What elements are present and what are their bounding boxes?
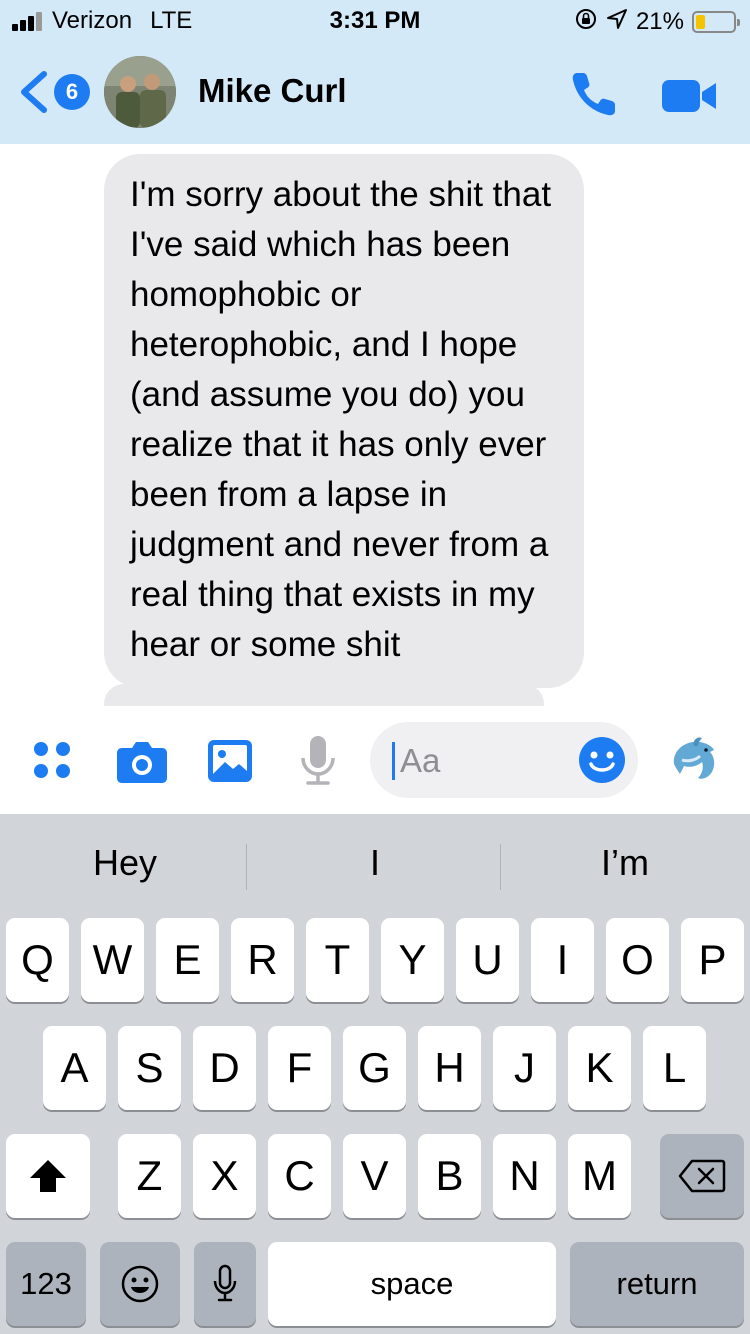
suggestion-1[interactable]: Hey xyxy=(0,842,250,884)
unread-badge: 6 xyxy=(54,74,90,110)
composer-bar: Aa xyxy=(0,706,750,814)
key-u[interactable]: U xyxy=(456,918,519,1002)
key-o[interactable]: O xyxy=(606,918,669,1002)
phone-icon[interactable] xyxy=(568,68,620,120)
key-i[interactable]: I xyxy=(531,918,594,1002)
suggestion-2[interactable]: I xyxy=(250,842,500,884)
emoji-smile-icon xyxy=(121,1265,159,1303)
key-z[interactable]: Z xyxy=(118,1134,181,1218)
microphone-icon[interactable] xyxy=(298,734,338,788)
video-camera-icon[interactable] xyxy=(660,76,720,116)
battery-percent: 21% xyxy=(635,8,684,35)
delete-key[interactable] xyxy=(660,1134,744,1218)
keyboard: Hey I I’m Q W E R T Y U I O P A S D F G … xyxy=(0,814,750,1334)
key-p[interactable]: P xyxy=(681,918,744,1002)
key-c[interactable]: C xyxy=(268,1134,331,1218)
camera-icon[interactable] xyxy=(116,738,168,784)
more-apps-icon[interactable] xyxy=(32,740,74,782)
key-n[interactable]: N xyxy=(493,1134,556,1218)
message-input-placeholder: Aa xyxy=(400,742,441,779)
key-m[interactable]: M xyxy=(568,1134,631,1218)
shift-arrow-icon xyxy=(30,1160,66,1192)
status-right: 21% xyxy=(574,7,740,37)
message-bubble-partial[interactable] xyxy=(104,684,544,706)
back-button[interactable]: 6 xyxy=(16,68,90,116)
key-t[interactable]: T xyxy=(306,918,369,1002)
shift-key[interactable] xyxy=(6,1134,90,1218)
space-key[interactable]: space xyxy=(268,1242,556,1326)
return-key[interactable]: return xyxy=(570,1242,744,1326)
key-q[interactable]: Q xyxy=(6,918,69,1002)
avatar[interactable] xyxy=(104,56,176,128)
key-s[interactable]: S xyxy=(118,1026,181,1110)
key-d[interactable]: D xyxy=(193,1026,256,1110)
suggestion-divider xyxy=(246,844,247,890)
key-y[interactable]: Y xyxy=(381,918,444,1002)
key-x[interactable]: X xyxy=(193,1134,256,1218)
numbers-key[interactable]: 123 xyxy=(6,1242,86,1326)
key-w[interactable]: W xyxy=(81,918,144,1002)
dictation-key[interactable] xyxy=(194,1242,256,1326)
key-b[interactable]: B xyxy=(418,1134,481,1218)
backspace-icon xyxy=(678,1159,726,1193)
key-f[interactable]: F xyxy=(268,1026,331,1110)
key-e[interactable]: E xyxy=(156,918,219,1002)
key-g[interactable]: G xyxy=(343,1026,406,1110)
header: Verizon LTE 3:31 PM 21% 6 Mike Curl xyxy=(0,0,750,144)
message-list[interactable]: I'm sorry about the shit that I've said … xyxy=(0,144,750,706)
emoji-keyboard-key[interactable] xyxy=(100,1242,180,1326)
key-k[interactable]: K xyxy=(568,1026,631,1110)
key-v[interactable]: V xyxy=(343,1134,406,1218)
contact-name[interactable]: Mike Curl xyxy=(198,72,347,110)
key-h[interactable]: H xyxy=(418,1026,481,1110)
location-arrow-icon xyxy=(606,8,628,36)
rotation-lock-icon xyxy=(574,7,598,37)
text-cursor xyxy=(392,742,395,780)
dolphin-icon[interactable] xyxy=(668,734,720,788)
chevron-left-icon xyxy=(21,71,47,113)
photo-gallery-icon[interactable] xyxy=(206,738,254,784)
key-j[interactable]: J xyxy=(493,1026,556,1110)
battery-icon xyxy=(692,11,740,33)
suggestion-3[interactable]: I’m xyxy=(500,842,750,884)
key-l[interactable]: L xyxy=(643,1026,706,1110)
key-r[interactable]: R xyxy=(231,918,294,1002)
emoji-icon[interactable] xyxy=(578,736,626,784)
microphone-icon xyxy=(213,1264,237,1302)
message-input[interactable]: Aa xyxy=(370,722,638,798)
status-bar: Verizon LTE 3:31 PM 21% xyxy=(0,0,750,40)
key-a[interactable]: A xyxy=(43,1026,106,1110)
nav-bar: 6 Mike Curl xyxy=(0,40,750,144)
message-bubble[interactable]: I'm sorry about the shit that I've said … xyxy=(104,154,584,688)
